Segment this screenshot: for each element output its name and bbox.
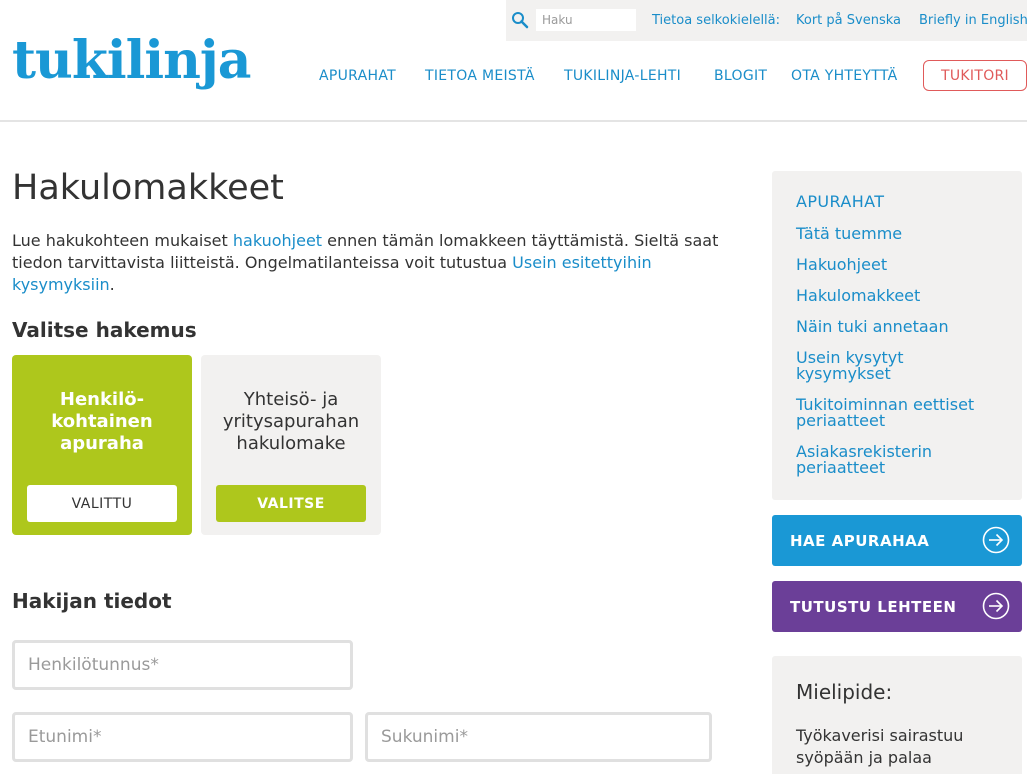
card-title: Yhteisö- ja yritysapurahan hakulomake <box>222 389 360 454</box>
sidebar-item-tata-tuemme[interactable]: Tätä tuemme <box>796 226 1011 242</box>
tukitori-button[interactable]: TUKITORI <box>923 60 1027 91</box>
page-title: Hakulomakkeet <box>12 168 284 208</box>
applicant-info-heading: Hakijan tiedot <box>12 589 172 613</box>
lastname-field[interactable] <box>365 712 712 762</box>
sidebar-item-faq[interactable]: Usein kysytyt kysymykset <box>796 350 946 382</box>
search-icon[interactable] <box>511 11 529 29</box>
sidebar-item-hakuohjeet[interactable]: Hakuohjeet <box>796 257 1011 273</box>
sidebar-menu: APURAHAT Tätä tuemme Hakuohjeet Hakuloma… <box>772 171 1022 500</box>
sidebar-item-registry[interactable]: Asiakasrekisterin periaatteet <box>796 444 956 476</box>
sidebar-item-ethics[interactable]: Tukitoiminnan eettiset periaatteet <box>796 397 1011 429</box>
nav-ota-yhteytta[interactable]: OTA YHTEYTTÄ <box>791 68 898 84</box>
explore-magazine-button[interactable]: TUTUSTU LEHTEEN <box>772 581 1022 632</box>
nav-tukilinja-lehti[interactable]: TUKILINJA-LEHTI <box>564 68 681 84</box>
ssn-field[interactable] <box>12 640 353 690</box>
search-input[interactable] <box>536 9 636 31</box>
nav-tietoa-meista[interactable]: TIETOA MEISTÄ <box>425 68 535 84</box>
arrow-right-circle-icon <box>982 526 1010 554</box>
opinion-text[interactable]: Työkaverisi sairastuu syöpään ja palaa <box>796 725 996 769</box>
choose-button[interactable]: VALITSE <box>216 485 366 522</box>
sidebar-item-hakulomakkeet[interactable]: Hakulomakkeet <box>796 288 1011 304</box>
header-divider <box>0 120 1027 122</box>
selected-button[interactable]: VALITTU <box>27 485 177 522</box>
swedish-link[interactable]: Kort på Svenska <box>796 13 901 28</box>
opinion-title: Mielipide: <box>796 680 893 704</box>
nav-blogit[interactable]: BLOGIT <box>714 68 767 84</box>
nav-apurahat[interactable]: APURAHAT <box>319 68 396 84</box>
community-grant-card[interactable]: Yhteisö- ja yritysapurahan hakulomake VA… <box>201 355 381 535</box>
opinion-box: Mielipide: Työkaverisi sairastuu syöpään… <box>772 656 1022 774</box>
personal-grant-card[interactable]: Henkilö- kohtainen apuraha VALITTU <box>12 355 192 535</box>
choose-application-heading: Valitse hakemus <box>12 318 197 342</box>
plain-language-link[interactable]: Tietoa selkokielellä: <box>652 13 780 28</box>
site-logo[interactable]: tukilinja <box>12 30 251 91</box>
intro-text: Lue hakukohteen mukaiset hakuohjeet enne… <box>12 231 719 294</box>
apply-grant-label: HAE APURAHAA <box>790 531 930 550</box>
card-title: Henkilö- kohtainen apuraha <box>51 389 153 454</box>
apply-grant-button[interactable]: HAE APURAHAA <box>772 515 1022 566</box>
english-link[interactable]: Briefly in English <box>919 13 1027 28</box>
arrow-right-circle-icon <box>982 592 1010 620</box>
instructions-link[interactable]: hakuohjeet <box>233 231 322 250</box>
sidebar-heading[interactable]: APURAHAT <box>796 192 884 211</box>
firstname-field[interactable] <box>12 712 353 762</box>
explore-magazine-label: TUTUSTU LEHTEEN <box>790 597 957 616</box>
sidebar-item-nain-tuki-annetaan[interactable]: Näin tuki annetaan <box>796 319 1011 335</box>
